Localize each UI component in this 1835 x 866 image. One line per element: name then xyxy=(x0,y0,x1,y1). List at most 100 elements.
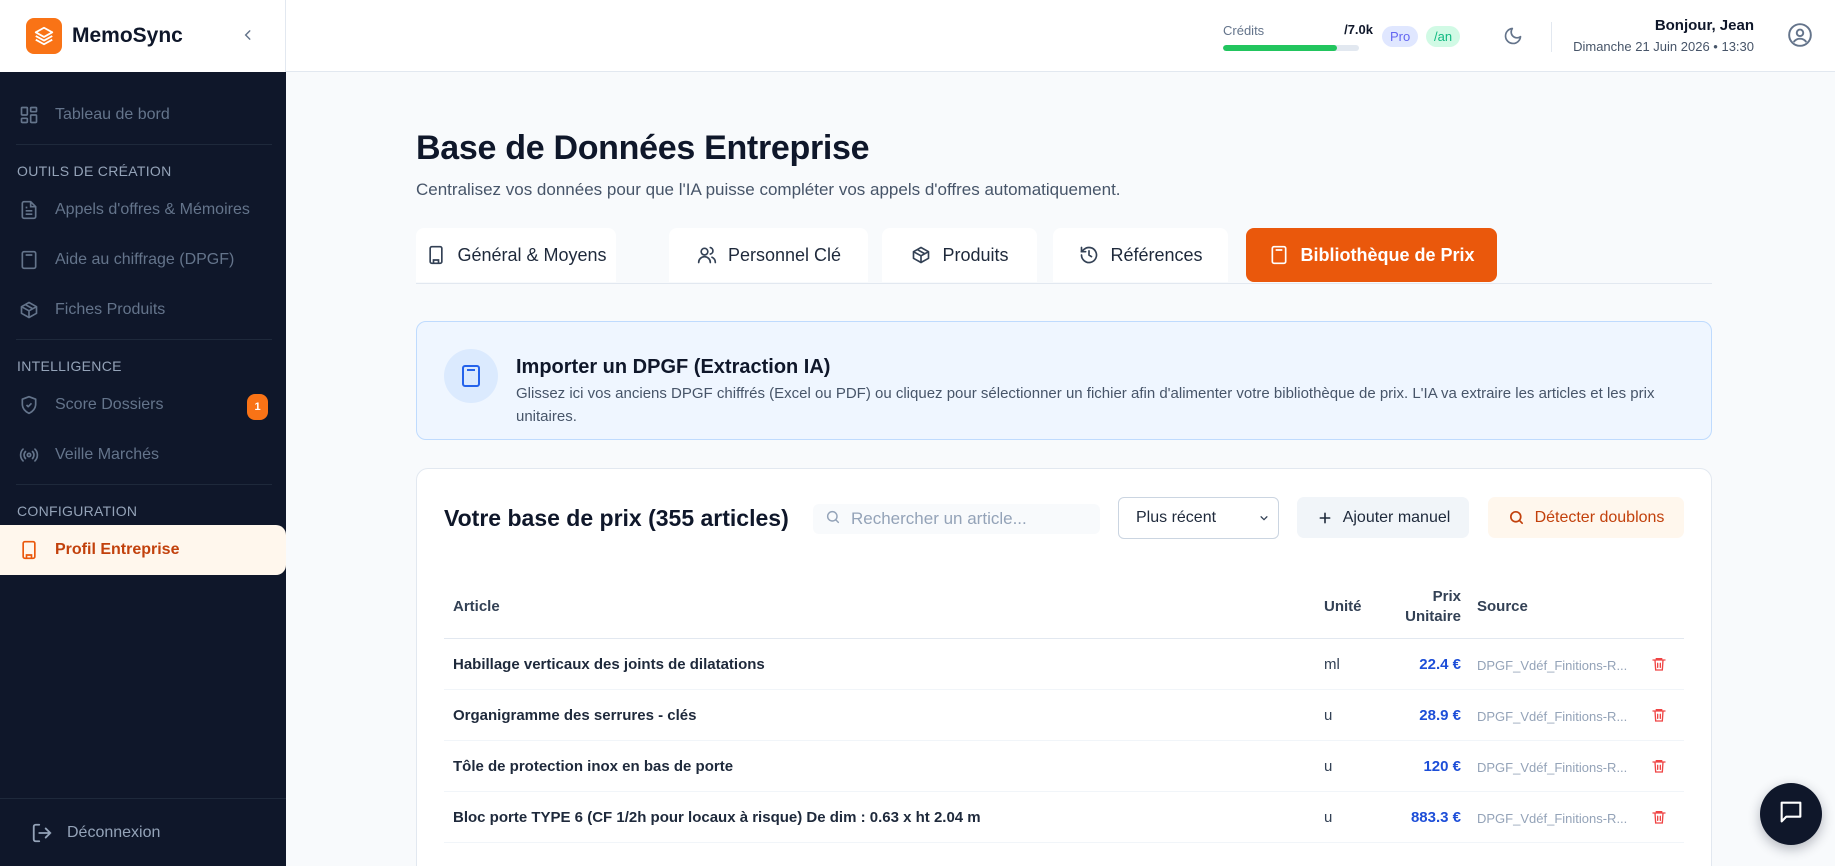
dark-mode-moon-icon[interactable] xyxy=(1501,24,1525,48)
calculator-icon xyxy=(18,249,40,271)
trash-icon[interactable] xyxy=(1650,807,1668,827)
tab-general[interactable]: Général & Moyens xyxy=(416,228,616,282)
import-description: Glissez ici vos anciens DPGF chiffrés (E… xyxy=(516,385,1655,425)
cell-unit: u xyxy=(1324,809,1333,826)
sidebar-item-pricing[interactable]: Aide au chiffrage (DPGF) xyxy=(0,235,286,285)
detect-duplicates-button[interactable]: Détecter doublons xyxy=(1488,497,1684,538)
calculator-icon xyxy=(1268,244,1290,266)
trash-icon[interactable] xyxy=(1650,654,1668,674)
table-header: Article Unité Prix Unitaire Source xyxy=(444,571,1684,639)
building-icon xyxy=(425,244,447,266)
column-header-price-line2: Unitaire xyxy=(1405,608,1461,625)
sidebar-item-watch[interactable]: Veille Marchés xyxy=(0,430,286,480)
table-row: Bloc porte TYPE 6 (CF 1/2h pour locaux à… xyxy=(444,792,1684,843)
tab-products[interactable]: Produits xyxy=(882,228,1037,282)
add-manual-button[interactable]: Ajouter manuel xyxy=(1297,497,1469,538)
search-icon xyxy=(825,509,841,530)
price-library-title: Votre base de prix (355 articles) xyxy=(444,505,789,531)
search-icon xyxy=(1508,509,1526,527)
logout-button[interactable]: Déconnexion xyxy=(0,798,286,866)
sidebar-item-label: Score Dossiers xyxy=(55,396,164,413)
chat-button[interactable] xyxy=(1760,783,1822,845)
cell-source: DPGF_Vdéf_Finitions-R... xyxy=(1477,811,1627,826)
billing-period-badge: /an xyxy=(1426,26,1461,47)
table-row: Habillage verticaux des joints de dilata… xyxy=(444,639,1684,690)
chat-bubble-icon xyxy=(1777,798,1805,831)
column-header-unit[interactable]: Unité xyxy=(1324,598,1362,615)
collapse-sidebar-chevron-left-icon[interactable] xyxy=(237,24,259,46)
trash-icon[interactable] xyxy=(1650,705,1668,725)
sidebar-item-tenders[interactable]: Appels d'offres & Mémoires xyxy=(0,185,286,235)
sidebar-divider xyxy=(16,339,272,340)
column-header-article[interactable]: Article xyxy=(453,598,500,615)
cell-unit: u xyxy=(1324,707,1333,724)
sidebar-item-dashboard[interactable]: Tableau de bord xyxy=(0,90,286,140)
section-label-creation: OUTILS DE CRÉATION xyxy=(17,163,172,179)
memosync-logo-icon xyxy=(26,18,62,54)
plan-badge: Pro xyxy=(1382,26,1419,47)
tab-references[interactable]: Références xyxy=(1053,228,1228,282)
cell-price: 28.9 € xyxy=(1419,707,1461,724)
cell-article: Habillage verticaux des joints de dilata… xyxy=(453,656,765,673)
sidebar-item-label: Tableau de bord xyxy=(55,106,170,123)
cell-unit: u xyxy=(1324,758,1333,775)
section-label-configuration: CONFIGURATION xyxy=(17,503,138,519)
tab-price-library[interactable]: Bibliothèque de Prix xyxy=(1246,228,1497,282)
search-input[interactable] xyxy=(851,509,1091,529)
import-title: Importer un DPGF (Extraction IA) xyxy=(516,356,831,378)
user-avatar-icon[interactable] xyxy=(1786,21,1814,49)
sidebar-divider xyxy=(16,484,272,485)
tab-label: Bibliothèque de Prix xyxy=(1300,244,1475,265)
sidebar-item-label: Fiches Produits xyxy=(55,301,166,318)
calculator-icon xyxy=(444,349,498,403)
shield-check-icon xyxy=(18,394,40,416)
tab-label: Produits xyxy=(942,244,1009,265)
cell-source: DPGF_Vdéf_Finitions-R... xyxy=(1477,760,1627,775)
sidebar-item-label: Profil Entreprise xyxy=(55,541,180,558)
cell-article: Bloc porte TYPE 6 (CF 1/2h pour locaux à… xyxy=(453,809,981,826)
page-title: Base de Données Entreprise xyxy=(416,129,870,167)
building-icon xyxy=(18,539,40,561)
article-search xyxy=(813,504,1100,534)
users-icon xyxy=(696,244,718,266)
tab-label: Général & Moyens xyxy=(457,244,607,265)
sidebar-divider xyxy=(16,144,272,145)
credits-progress-fill xyxy=(1223,45,1338,51)
notification-badge: 1 xyxy=(247,394,268,420)
page-subtitle: Centralisez vos données pour que l'IA pu… xyxy=(416,180,1121,199)
dpgf-import-dropzone[interactable]: Importer un DPGF (Extraction IA) Glissez… xyxy=(416,321,1712,440)
sort-selected-value: Plus récent xyxy=(1136,509,1217,526)
cell-price: 22.4 € xyxy=(1419,656,1461,673)
column-header-unit-price[interactable]: Prix Unitaire xyxy=(1381,587,1461,627)
radio-broadcast-icon xyxy=(18,444,40,466)
sidebar-item-products[interactable]: Fiches Produits xyxy=(0,285,286,335)
tab-label: Références xyxy=(1110,244,1203,265)
cell-source: DPGF_Vdéf_Finitions-R... xyxy=(1477,658,1627,673)
tab-label: Personnel Clé xyxy=(727,244,842,265)
current-date: Dimanche 21 Juin 2026 • 13:30 xyxy=(1573,39,1754,54)
tab-bar: Général & Moyens Personnel Clé Produits … xyxy=(416,228,1712,284)
brand-name: MemoSync xyxy=(72,24,183,47)
sidebar-nav: Tableau de bord OUTILS DE CRÉATION Appel… xyxy=(0,72,286,575)
sidebar: MemoSync Tableau de bord OUTILS DE CRÉAT… xyxy=(0,0,286,866)
column-header-source[interactable]: Source xyxy=(1477,598,1528,615)
cell-price: 883.3 € xyxy=(1410,809,1461,826)
sort-select[interactable]: Plus récent xyxy=(1118,497,1279,539)
cell-article: Organigramme des serrures - clés xyxy=(453,707,697,724)
sidebar-item-score[interactable]: Score Dossiers 1 xyxy=(0,380,286,430)
price-library-card: Votre base de prix (355 articles) Plus r… xyxy=(416,468,1712,866)
sidebar-item-company-profile[interactable]: Profil Entreprise xyxy=(0,525,286,575)
tab-key-staff[interactable]: Personnel Clé xyxy=(669,228,868,282)
main-content: Base de Données Entreprise Centralisez v… xyxy=(416,72,1712,866)
column-header-price-line1: Prix xyxy=(1432,588,1461,605)
cell-article: Tôle de protection inox en bas de porte xyxy=(453,758,734,775)
plus-icon xyxy=(1316,509,1334,527)
logout-label: Déconnexion xyxy=(67,823,161,841)
section-label-intelligence: INTELLIGENCE xyxy=(17,358,122,374)
credits-meter: Crédits /7.0k xyxy=(1223,22,1373,51)
history-icon xyxy=(1078,244,1100,266)
topbar: Crédits /7.0k Pro /an Bonjour, Jean Dima… xyxy=(286,0,1835,72)
dashboard-grid-icon xyxy=(18,104,40,126)
trash-icon[interactable] xyxy=(1650,756,1668,776)
sidebar-item-label: Appels d'offres & Mémoires xyxy=(55,201,250,218)
